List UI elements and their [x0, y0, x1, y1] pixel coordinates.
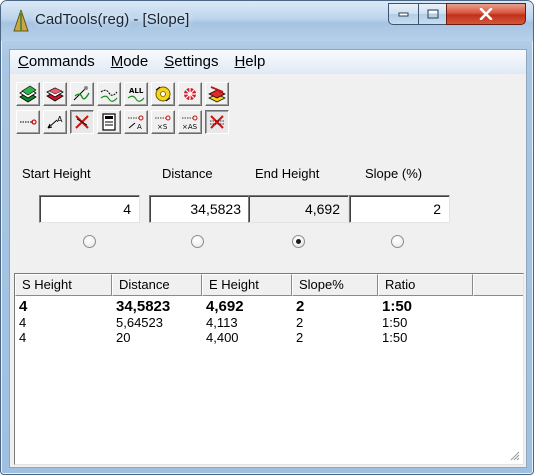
svg-text:A: A — [57, 115, 63, 124]
cell-e-height: 4,400 — [206, 330, 239, 345]
window-title: CadTools(reg) - [Slope] — [35, 11, 190, 28]
column-spacer — [473, 274, 523, 296]
point-distance-as-icon: ×AS — [182, 115, 198, 131]
slope-curve-button[interactable] — [70, 82, 94, 106]
crossed-delete-button[interactable] — [205, 110, 229, 134]
cell-s-height: 4 — [19, 315, 27, 330]
client-area: Commands Mode Settings Help ALL A A ×S ×… — [9, 49, 527, 468]
slope-radio[interactable] — [391, 235, 404, 248]
point-distance-s-icon: ×S — [155, 115, 171, 131]
calculator-icon — [102, 113, 116, 131]
cell-slope: 2 — [296, 330, 304, 345]
minimize-icon — [398, 12, 408, 17]
layer-red-button[interactable] — [43, 82, 67, 106]
column-ratio[interactable]: Ratio — [378, 274, 473, 296]
column-distance[interactable]: Distance — [112, 274, 202, 296]
end-height-radio[interactable] — [292, 235, 305, 248]
menu-help[interactable]: Help — [226, 51, 273, 73]
svg-text:×AS: ×AS — [182, 123, 198, 131]
app-window: CadTools(reg) - [Slope] Commands Mode Se… — [0, 0, 534, 475]
gear-yellow-button[interactable] — [151, 82, 175, 106]
cell-distance: 20 — [116, 330, 131, 345]
svg-text:ALL: ALL — [129, 87, 144, 95]
menu-mode[interactable]: Mode — [103, 51, 157, 73]
cell-ratio: 1:50 — [382, 315, 408, 330]
column-e-height[interactable]: E Height — [202, 274, 292, 296]
dimension-line-button[interactable] — [16, 110, 40, 134]
slope-label: Slope (%) — [365, 166, 423, 181]
app-icon[interactable] — [13, 10, 29, 32]
cell-slope: 2 — [296, 299, 305, 315]
layer-flag-button[interactable] — [205, 82, 229, 106]
table-row[interactable]: 4 20 4,400 2 1:50 — [15, 330, 473, 346]
cell-ratio: 1:50 — [382, 299, 413, 315]
menu-settings[interactable]: Settings — [156, 51, 226, 73]
close-icon — [479, 8, 493, 20]
start-height-radio[interactable] — [83, 235, 96, 248]
menu-bar: Commands Mode Settings Help — [10, 50, 526, 74]
table-row[interactable]: 4 34,5823 4,692 2 1:50 — [15, 299, 473, 315]
layer-red-icon — [46, 87, 64, 102]
arrow-angle-button[interactable]: A — [43, 110, 67, 134]
results-table[interactable]: S Height Distance E Height Slope% Ratio … — [14, 273, 524, 465]
distance-field[interactable] — [149, 195, 250, 223]
all-curves-button[interactable]: ALL — [124, 82, 148, 106]
start-height-label: Start Height — [22, 166, 91, 181]
resize-grip-icon[interactable] — [508, 449, 520, 461]
maximize-button[interactable] — [418, 3, 447, 25]
distance-radio[interactable] — [191, 235, 204, 248]
dimension-line-icon — [20, 119, 37, 125]
end-height-field[interactable] — [248, 195, 349, 223]
cell-e-height: 4,692 — [206, 299, 244, 315]
end-height-label: End Height — [255, 166, 320, 181]
cell-e-height: 4,113 — [206, 315, 238, 330]
point-distance-s-button[interactable]: ×S — [151, 110, 175, 134]
close-button[interactable] — [446, 3, 526, 25]
point-distance-as-button[interactable]: ×AS — [178, 110, 202, 134]
column-slope[interactable]: Slope% — [292, 274, 378, 296]
menu-commands[interactable]: Commands — [10, 51, 103, 73]
cell-distance: 5,64523 — [116, 315, 163, 330]
curve-point-icon — [100, 89, 118, 102]
svg-text:A: A — [137, 123, 142, 131]
cell-slope: 2 — [296, 315, 304, 330]
slope-curve-icon — [73, 86, 90, 101]
maximize-icon — [427, 9, 438, 19]
minimize-button[interactable] — [388, 3, 419, 25]
curve-point-button[interactable] — [97, 82, 121, 106]
delete-x-icon — [75, 115, 89, 129]
crossed-delete-icon — [210, 115, 224, 129]
gear-yellow-icon — [155, 86, 171, 102]
snowflake-red-button[interactable] — [178, 82, 202, 106]
table-row[interactable]: 4 5,64523 4,113 2 1:50 — [15, 315, 473, 331]
point-distance-a-icon: A — [128, 115, 144, 131]
title-bar[interactable]: CadTools(reg) - [Slope] — [1, 1, 533, 41]
toolbar-row-2: A A ×S ×AS — [16, 110, 229, 134]
toolbar-row-1: ALL — [16, 82, 229, 106]
arrow-angle-icon: A — [47, 115, 63, 129]
calculator-button[interactable] — [97, 110, 121, 134]
layer-green-icon — [19, 85, 37, 103]
column-s-height[interactable]: S Height — [15, 274, 112, 296]
layer-green-button[interactable] — [16, 82, 40, 106]
distance-label: Distance — [162, 166, 213, 181]
cell-s-height: 4 — [19, 299, 28, 315]
snowflake-red-icon — [183, 87, 197, 101]
point-distance-a-button[interactable]: A — [124, 110, 148, 134]
layer-flag-icon — [208, 86, 226, 103]
cell-s-height: 4 — [19, 330, 27, 345]
start-height-field[interactable] — [39, 195, 140, 223]
cell-distance: 34,5823 — [116, 299, 171, 315]
table-header: S Height Distance E Height Slope% Ratio — [15, 274, 523, 296]
delete-x-button[interactable] — [70, 110, 94, 134]
slope-field[interactable] — [349, 195, 450, 223]
all-curves-icon: ALL — [127, 87, 145, 102]
cell-ratio: 1:50 — [382, 330, 408, 345]
svg-text:×S: ×S — [157, 123, 168, 131]
